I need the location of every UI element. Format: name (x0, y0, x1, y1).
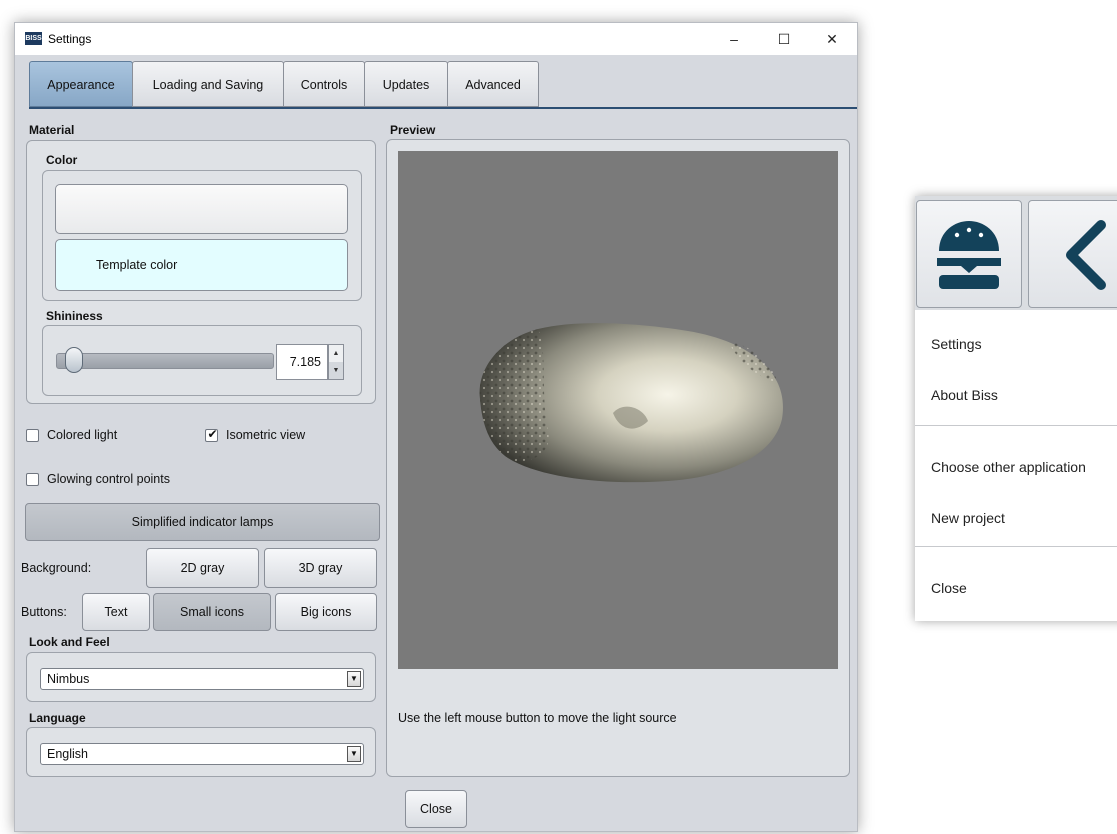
background-label: Background: (21, 561, 92, 575)
menu-item-about-biss[interactable]: About Biss (931, 387, 998, 403)
isometric-view-label: Isometric view (226, 428, 306, 442)
buttons-text-option[interactable]: Text (82, 593, 150, 631)
close-button[interactable]: Close (405, 790, 467, 828)
spinner-down-icon[interactable]: ▼ (329, 362, 343, 379)
language-value: English (47, 747, 88, 761)
shininess-title: Shininess (46, 309, 103, 323)
buttons-label: Buttons: (21, 605, 67, 619)
hamburger-menu-button[interactable] (916, 200, 1022, 308)
preview-title: Preview (390, 123, 436, 137)
simplified-indicator-lamps-toggle[interactable]: Simplified indicator lamps (25, 503, 380, 541)
buttons-big-icons-option[interactable]: Big icons (275, 593, 377, 631)
back-button[interactable] (1028, 200, 1117, 308)
menu-item-new-project[interactable]: New project (931, 510, 1005, 526)
menu-separator (915, 546, 1117, 547)
dropdown-arrow-icon: ▼ (347, 671, 361, 687)
window-close-button[interactable]: ✕ (809, 23, 855, 55)
tab-underline (29, 107, 857, 109)
template-color-button[interactable]: Template color (55, 239, 348, 291)
glowing-control-points-checkbox[interactable] (26, 473, 39, 486)
look-and-feel-title: Look and Feel (29, 635, 110, 649)
language-select[interactable]: English ▼ (40, 743, 364, 765)
maximize-button[interactable]: ☐ (761, 23, 807, 55)
preview-viewport[interactable] (398, 151, 838, 669)
shininess-spinner: ▲ ▼ (328, 344, 344, 380)
background-2d-gray-button[interactable]: 2D gray (146, 548, 259, 588)
menu-toolbar (915, 196, 1117, 310)
check-icon: ✔ (207, 427, 218, 441)
isometric-view-checkbox[interactable]: ✔ (205, 427, 218, 442)
burger-icon (937, 221, 1001, 289)
look-and-feel-select[interactable]: Nimbus ▼ (40, 668, 364, 690)
shininess-value-field[interactable]: 7.185 (276, 344, 328, 380)
colored-light-checkbox[interactable] (26, 429, 39, 442)
dropdown-arrow-icon: ▼ (347, 746, 361, 762)
settings-window: BISS Settings – ☐ ✕ Appearance Loading a… (14, 22, 858, 832)
look-and-feel-value: Nimbus (47, 672, 90, 686)
tab-loading-and-saving[interactable]: Loading and Saving (132, 61, 284, 107)
colored-light-label: Colored light (47, 428, 118, 442)
menu-separator (915, 425, 1117, 426)
title-bar: BISS Settings – ☐ ✕ (15, 23, 857, 55)
buttons-small-icons-option[interactable]: Small icons (153, 593, 271, 631)
language-title: Language (29, 711, 86, 725)
potato-model-preview (479, 323, 783, 483)
material-title: Material (29, 123, 75, 137)
shininess-slider-track[interactable] (56, 353, 274, 369)
spinner-up-icon[interactable]: ▲ (329, 345, 343, 363)
menu-item-close[interactable]: Close (931, 580, 967, 596)
app-menu-panel: Settings About Biss Choose other applica… (915, 196, 1117, 621)
menu-item-choose-other-application[interactable]: Choose other application (931, 459, 1086, 475)
tab-appearance[interactable]: Appearance (29, 61, 133, 107)
menu-item-settings[interactable]: Settings (931, 336, 982, 352)
tab-advanced[interactable]: Advanced (447, 61, 539, 107)
preview-hint: Use the left mouse button to move the li… (398, 711, 677, 725)
app-logo-icon: BISS (25, 32, 42, 45)
chevron-left-icon (1066, 220, 1106, 290)
background-3d-gray-button[interactable]: 3D gray (264, 548, 377, 588)
stone-rough-texture (479, 329, 549, 462)
color-title: Color (46, 153, 78, 167)
color-swatch[interactable] (55, 184, 348, 234)
shininess-slider-handle[interactable] (65, 347, 83, 373)
window-title: Settings (48, 32, 92, 46)
minimize-button[interactable]: – (711, 23, 757, 55)
tab-updates[interactable]: Updates (364, 61, 448, 107)
glowing-control-points-label: Glowing control points (47, 472, 170, 486)
tab-controls[interactable]: Controls (283, 61, 365, 107)
template-color-label: Template color (96, 258, 178, 272)
